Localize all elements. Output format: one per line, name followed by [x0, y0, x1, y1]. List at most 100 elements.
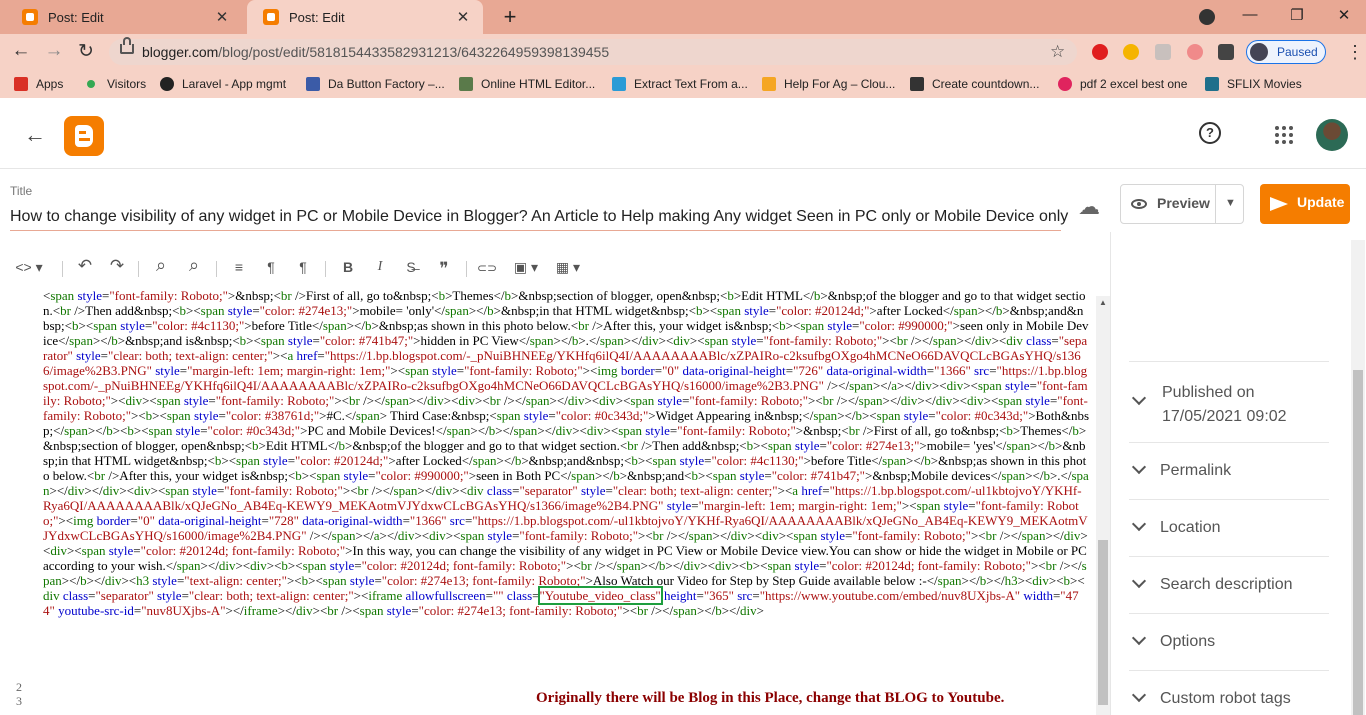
bookmark-laravel[interactable]: Laravel - App mgmt — [160, 77, 286, 91]
find-replace-icon[interactable]: ⌕ — [183, 255, 205, 276]
cloud-off-icon: ☁ — [1078, 194, 1100, 219]
bookmark-sflix[interactable]: SFLIX Movies — [1205, 77, 1302, 91]
blogger-app-bar — [0, 98, 1366, 169]
profile-button[interactable]: Paused — [1246, 40, 1326, 64]
sidebar-divider — [1129, 499, 1329, 500]
bookmark-pdf-excel[interactable]: pdf 2 excel best one — [1058, 77, 1187, 91]
paragraph-alt-icon[interactable]: ¶ — [292, 259, 314, 275]
preview-label: Preview — [1157, 195, 1210, 211]
html-editor-icon — [459, 77, 473, 91]
sidebar-scrollbar-thumb[interactable] — [1353, 370, 1363, 715]
update-label: Update — [1297, 194, 1345, 210]
window-close-icon[interactable]: ✕ — [1332, 6, 1356, 24]
eye-icon — [1131, 199, 1147, 209]
lock-icon[interactable] — [120, 37, 134, 54]
browser-tab-2-active[interactable]: Post: Edit ✕ — [247, 0, 483, 34]
scroll-up-arrow-icon[interactable]: ▲ — [1099, 298, 1107, 307]
sidebar-item-custom-robot-tags[interactable]: Custom robot tags — [1131, 687, 1291, 708]
sidebar-item-search-description[interactable]: Search description — [1131, 573, 1293, 594]
logo-line — [79, 138, 90, 141]
strikethrough-icon[interactable]: S̶ — [400, 259, 422, 275]
italic-icon[interactable]: I — [369, 259, 391, 275]
format-lines-icon[interactable]: ≡ — [228, 259, 250, 275]
browser-menu-icon[interactable]: ⋮ — [1346, 42, 1364, 63]
post-title-input[interactable]: How to change visibility of any widget i… — [10, 208, 1068, 226]
reload-icon[interactable]: ↻ — [74, 40, 98, 63]
tab-search-icon[interactable] — [1199, 9, 1215, 25]
visitors-icon — [87, 80, 95, 88]
bookmark-visitors[interactable]: Visitors — [84, 77, 146, 91]
line-number: 2 — [16, 680, 22, 694]
globe-icon — [160, 77, 174, 91]
sidebar-scrollbar[interactable] — [1351, 240, 1365, 715]
toolbar-separator — [62, 261, 63, 277]
user-avatar[interactable] — [1316, 119, 1348, 151]
preview-divider — [1215, 185, 1216, 223]
bookmark-help-for-ag[interactable]: Help For Ag – Clou... — [762, 77, 895, 91]
terminal-icon — [910, 77, 924, 91]
quote-icon[interactable]: ❞ — [433, 259, 455, 279]
find-icon[interactable]: ⌕ — [150, 255, 172, 276]
shield-extension-icon[interactable] — [1155, 44, 1171, 60]
published-on-section[interactable]: Published on 17/05/2021 09:02 — [1162, 381, 1287, 429]
undo-icon[interactable]: ↶ — [74, 256, 96, 276]
bookmark-apps[interactable]: Apps — [14, 77, 63, 91]
minimize-icon[interactable]: — — [1238, 6, 1262, 23]
html-view-toggle-icon[interactable]: <> ▾ — [12, 259, 46, 276]
chevron-down-icon — [1131, 687, 1147, 703]
browser-tab-1[interactable]: Post: Edit ✕ — [6, 0, 242, 34]
link-icon[interactable]: ⊂⊃ — [476, 261, 498, 275]
tab-close-icon[interactable]: ✕ — [212, 8, 232, 26]
google-apps-icon[interactable] — [1275, 126, 1293, 144]
apps-grid-icon — [14, 77, 28, 91]
preview-button[interactable]: Preview ▼ — [1120, 184, 1244, 224]
adblock-extension-icon[interactable] — [1092, 44, 1108, 60]
preview-dropdown-icon[interactable]: ▼ — [1225, 197, 1236, 209]
tab-title: Post: Edit — [48, 9, 104, 25]
profile-status: Paused — [1277, 45, 1318, 59]
sidebar-item-permalink[interactable]: Permalink — [1131, 459, 1231, 480]
cast-extension-icon[interactable] — [1187, 44, 1203, 60]
redo-icon[interactable]: ↷ — [106, 256, 128, 276]
insert-video-icon[interactable]: ▦ ▾ — [552, 259, 584, 276]
puzzle-extensions-icon[interactable] — [1218, 44, 1234, 60]
annotation-note: Originally there will be Blog in this Pl… — [536, 690, 1005, 706]
bookmark-star-icon[interactable]: ☆ — [1050, 42, 1065, 62]
sidebar-item-options[interactable]: Options — [1131, 630, 1215, 651]
bold-icon[interactable]: B — [337, 259, 359, 275]
send-icon — [1270, 197, 1288, 211]
published-on-toggle[interactable] — [1131, 390, 1160, 411]
back-arrow-icon[interactable]: ← — [9, 40, 33, 62]
back-to-posts-icon[interactable]: ← — [24, 122, 46, 148]
insert-image-icon[interactable]: ▣ ▾ — [510, 259, 542, 276]
paragraph-icon[interactable]: ¶ — [260, 259, 282, 275]
bookmark-countdown[interactable]: Create countdown... — [910, 77, 1039, 91]
scrollbar-thumb[interactable] — [1098, 540, 1108, 705]
chevron-down-icon — [1131, 630, 1147, 646]
cookie-extension-icon[interactable] — [1123, 44, 1139, 60]
bookmark-html-editor[interactable]: Online HTML Editor... — [459, 77, 595, 91]
update-button[interactable]: Update — [1260, 184, 1350, 224]
tab-close-icon[interactable]: ✕ — [453, 8, 473, 26]
title-label: Title — [10, 184, 33, 198]
new-tab-plus-icon[interactable]: + — [498, 4, 522, 30]
url-text[interactable]: blogger.com/blog/post/edit/5818154433582… — [142, 44, 609, 60]
published-on-label: Published on — [1162, 384, 1255, 401]
bookmark-button-factory[interactable]: Da Button Factory –... — [306, 77, 445, 91]
bookmark-extract-text[interactable]: Extract Text From a... — [612, 77, 748, 91]
forward-arrow-icon[interactable]: → — [42, 40, 66, 62]
chevron-down-icon — [1131, 459, 1147, 475]
help-icon[interactable]: ? — [1199, 122, 1221, 144]
blogger-logo-icon[interactable] — [64, 116, 104, 156]
editor-scrollbar[interactable]: ▲ — [1096, 296, 1110, 715]
html-code-text[interactable]: <span style="font-family: Roboto;">&nbsp… — [43, 288, 1089, 618]
title-underline — [10, 230, 1061, 231]
restore-icon[interactable]: ❐ — [1285, 6, 1309, 24]
extract-text-icon — [612, 77, 626, 91]
blogger-favicon-icon — [263, 9, 279, 25]
button-factory-icon — [306, 77, 320, 91]
sidebar-item-location[interactable]: Location — [1131, 516, 1221, 537]
help-for-ag-icon — [762, 77, 776, 91]
tab-title: Post: Edit — [289, 9, 345, 25]
sidebar-divider — [1129, 613, 1329, 614]
